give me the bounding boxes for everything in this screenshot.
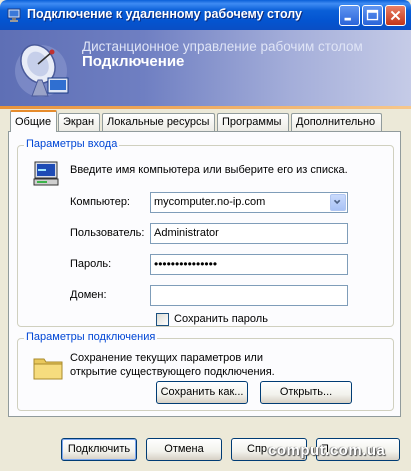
folder-icon <box>33 358 63 380</box>
cancel-button[interactable]: Отмена <box>146 438 222 461</box>
connection-settings-group: Параметры подключения Сохранение текущих… <box>17 331 394 411</box>
title-bar[interactable]: Подключение к удаленному рабочему столу <box>0 0 411 30</box>
computer-value: mycomputer.no-ip.com <box>154 196 266 208</box>
remote-desktop-icon <box>7 8 21 22</box>
tab-display[interactable]: Экран <box>58 113 100 131</box>
save-password-label[interactable]: Сохранить пароль <box>174 313 268 325</box>
computer-combobox[interactable]: mycomputer.no-ip.com <box>150 192 348 213</box>
satellite-dish-icon <box>15 44 69 97</box>
computer-label: Компьютер: <box>70 196 130 208</box>
watermark: comput.com.ua <box>268 442 386 459</box>
user-label: Пользователь: <box>70 227 145 239</box>
login-settings-title: Параметры входа <box>24 138 120 150</box>
login-settings-group: Параметры входа Введите имя компьютера и… <box>17 138 394 327</box>
login-hint: Введите имя компьютера или выберите его … <box>70 164 348 176</box>
tab-local-resources[interactable]: Локальные ресурсы <box>102 113 215 131</box>
password-label: Пароль: <box>70 258 112 270</box>
tab-programs[interactable]: Программы <box>217 113 289 131</box>
tab-panel: Параметры входа Введите имя компьютера и… <box>8 131 401 417</box>
domain-label: Домен: <box>70 289 107 301</box>
maximize-button[interactable] <box>362 5 383 26</box>
domain-field[interactable] <box>150 285 348 306</box>
minimize-button[interactable] <box>339 5 360 26</box>
window-title: Подключение к удаленному рабочему столу <box>27 7 303 21</box>
maximize-icon <box>366 9 379 21</box>
tab-advanced[interactable]: Дополнительно <box>291 113 382 131</box>
close-icon <box>390 10 401 21</box>
computer-dropdown-button[interactable] <box>330 194 346 211</box>
password-field[interactable]: ••••••••••••••• <box>150 254 348 275</box>
computer-icon <box>33 161 59 186</box>
save-as-button[interactable]: Сохранить как... <box>156 381 248 404</box>
connection-settings-title: Параметры подключения <box>24 331 158 343</box>
connection-hint: Сохранение текущих параметров или открыт… <box>70 352 275 378</box>
close-button[interactable] <box>385 5 406 26</box>
minimize-icon <box>344 17 351 21</box>
connect-button[interactable]: Подключить <box>61 438 137 461</box>
open-button[interactable]: Открыть... <box>260 381 352 404</box>
user-field[interactable]: Administrator <box>150 223 348 244</box>
tab-general[interactable]: Общие <box>10 110 57 132</box>
banner-title: Подключение <box>82 53 185 70</box>
banner-subtitle: Дистанционное управление рабочим столом <box>82 39 363 54</box>
save-password-checkbox[interactable] <box>156 313 169 326</box>
chevron-down-icon <box>333 199 341 205</box>
header-banner: Дистанционное управление рабочим столом … <box>0 30 411 109</box>
banner-divider <box>0 106 411 109</box>
